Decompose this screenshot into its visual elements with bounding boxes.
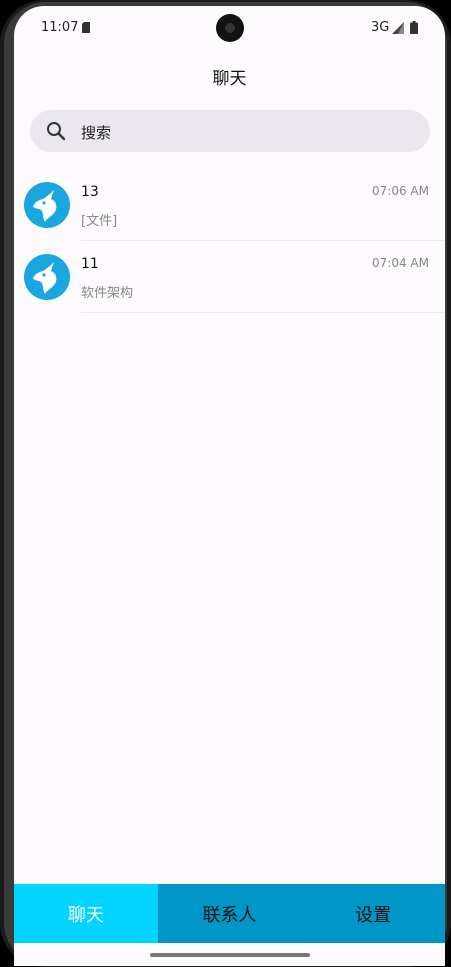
chat-name: 11 — [81, 256, 99, 272]
front-camera — [216, 14, 244, 42]
chat-preview: 软件架构 — [81, 286, 134, 301]
tab-chats[interactable]: 聊天 — [14, 884, 158, 943]
avatar-unicorn-icon — [24, 254, 70, 300]
status-bar: 11:07 3G — [14, 6, 445, 50]
avatar-unicorn-icon — [24, 182, 70, 228]
search-icon — [47, 122, 66, 141]
divider — [81, 312, 445, 313]
chat-preview: [文件] — [81, 214, 118, 229]
bottom-tab-bar: 聊天 联系人 设置 — [14, 884, 445, 943]
chat-timestamp: 07:06 AM — [372, 184, 429, 198]
screen: 11:07 3G 聊天 搜索 13 07:06 AM [文件] 11 07:04… — [14, 6, 445, 966]
signal-icon — [392, 22, 404, 34]
chat-list-item[interactable]: 13 07:06 AM [文件] — [14, 182, 445, 254]
home-gesture-bar[interactable] — [150, 953, 310, 957]
chat-timestamp: 07:04 AM — [372, 256, 429, 270]
chat-name: 13 — [81, 184, 99, 200]
tab-settings[interactable]: 设置 — [301, 884, 445, 943]
tab-contacts[interactable]: 联系人 — [157, 884, 302, 943]
device-frame: 11:07 3G 聊天 搜索 13 07:06 AM [文件] 11 07:04… — [0, 0, 451, 967]
search-bar[interactable]: 搜索 — [30, 110, 430, 152]
sim-card-icon — [82, 22, 90, 33]
chat-list-item[interactable]: 11 07:04 AM 软件架构 — [14, 254, 445, 326]
page-title: 聊天 — [212, 69, 247, 89]
search-placeholder: 搜索 — [81, 124, 112, 142]
divider — [81, 240, 445, 241]
battery-icon — [410, 21, 418, 34]
network-type: 3G — [371, 20, 390, 35]
status-time: 11:07 — [41, 20, 79, 35]
